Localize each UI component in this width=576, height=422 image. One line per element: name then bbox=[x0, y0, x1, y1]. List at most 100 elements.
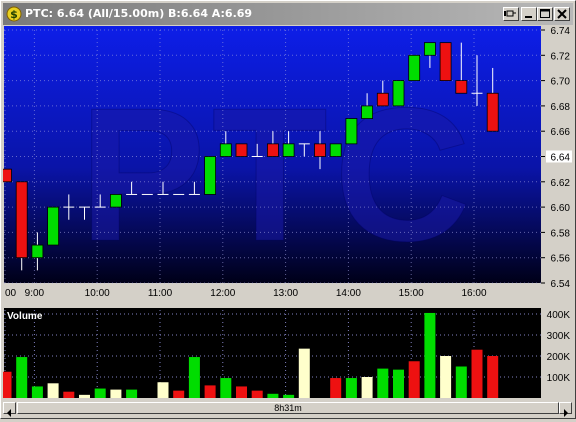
scroll-left-icon bbox=[7, 409, 11, 417]
minimize-button[interactable] bbox=[521, 7, 537, 21]
volume-bar bbox=[79, 394, 90, 398]
candle-body bbox=[204, 156, 217, 195]
chart-window: $ PTC: 6.64 (All/15.00m) B:6.64 A:6.69 P… bbox=[0, 0, 576, 419]
volume-bar bbox=[345, 378, 357, 398]
volume-bar bbox=[251, 390, 263, 398]
price-tick-label: 6.64 bbox=[551, 153, 571, 164]
title-bar[interactable]: $ PTC: 6.64 (All/15.00m) B:6.64 A:6.69 bbox=[3, 3, 573, 25]
candle bbox=[329, 143, 342, 157]
candle bbox=[47, 206, 59, 246]
volume-bar bbox=[16, 357, 28, 398]
volume-bar bbox=[330, 378, 342, 398]
time-span-label: 8h31m bbox=[274, 403, 302, 413]
volume-tick-label: 400K bbox=[547, 310, 571, 321]
time-tick-label: 16:00 bbox=[461, 288, 486, 299]
price-tick-label: 6.56 bbox=[551, 254, 571, 265]
candle-body bbox=[15, 181, 28, 259]
candle bbox=[15, 181, 28, 271]
price-panel: PTC 6.74 6.72 6.70 6.68 6.66 6.64 6.62 6.60 6.58… bbox=[3, 25, 573, 299]
volume-bar bbox=[487, 356, 499, 398]
volume-bar bbox=[408, 361, 420, 398]
chart-area[interactable]: PTC 6.74 6.72 6.70 6.68 6.66 6.64 6.62 6.60 6.58… bbox=[3, 25, 573, 401]
time-tick-label: 9:00 bbox=[25, 288, 45, 299]
volume-bar bbox=[267, 393, 279, 398]
candle-body bbox=[392, 80, 405, 107]
price-tick-label: 6.54 bbox=[551, 279, 571, 290]
candle-body bbox=[235, 143, 248, 157]
symbol-watermark: PTC bbox=[79, 69, 477, 281]
candle-body bbox=[219, 143, 232, 157]
candle-body bbox=[31, 244, 44, 259]
volume-tick-label: 300K bbox=[547, 331, 571, 342]
price-tick-label: 6.62 bbox=[551, 178, 571, 189]
volume-bar bbox=[63, 391, 75, 398]
time-tick-label: 11:00 bbox=[148, 288, 173, 299]
time-axis: 00 9:00 10:00 11:00 12:00 13:00 14:00 15:00 16:0… bbox=[5, 288, 487, 299]
volume-bar bbox=[377, 368, 389, 398]
price-tick-label: 6.58 bbox=[551, 228, 571, 239]
volume-tick-label: 200K bbox=[547, 352, 571, 363]
volume-bar bbox=[220, 378, 232, 398]
maximize-button[interactable] bbox=[537, 7, 553, 21]
candle-body bbox=[47, 206, 59, 246]
panel-separator[interactable] bbox=[3, 304, 573, 307]
volume-bar bbox=[94, 388, 106, 398]
volume-bar bbox=[424, 312, 436, 398]
time-tick-label: 13:00 bbox=[273, 288, 298, 299]
volume-bar bbox=[47, 383, 59, 398]
candle bbox=[408, 54, 421, 81]
time-tick-label: 00 bbox=[5, 288, 17, 299]
svg-text:$: $ bbox=[10, 8, 18, 21]
volume-bar bbox=[3, 371, 12, 398]
scrollbar-thumb[interactable]: 8h31m bbox=[17, 402, 559, 414]
scroll-right-icon bbox=[564, 409, 568, 417]
volume-bar bbox=[236, 386, 247, 398]
volume-bar bbox=[126, 389, 138, 398]
volume-bar bbox=[188, 357, 200, 398]
volume-bar bbox=[157, 382, 169, 398]
volume-bar bbox=[440, 356, 452, 398]
candle-body bbox=[408, 54, 421, 81]
candle-body bbox=[423, 42, 436, 56]
candle-body bbox=[329, 143, 342, 157]
candle bbox=[204, 156, 217, 195]
pin-button[interactable] bbox=[503, 7, 519, 21]
volume-title: Volume bbox=[7, 311, 43, 322]
candle-body bbox=[314, 143, 326, 157]
pin-icon bbox=[504, 10, 516, 17]
candle bbox=[439, 42, 452, 82]
candle-body bbox=[455, 80, 468, 94]
volume-bar bbox=[110, 389, 122, 398]
time-scrollbar[interactable]: 8h31m bbox=[3, 401, 573, 417]
volume-bar bbox=[204, 385, 216, 398]
price-tick-label: 6.74 bbox=[551, 26, 571, 37]
candle-body bbox=[439, 42, 452, 82]
candle-body bbox=[3, 168, 12, 183]
candle-body bbox=[376, 92, 389, 107]
volume-panel: Volume 400K 300K 200K 100K bbox=[3, 307, 573, 401]
candle-body bbox=[282, 143, 295, 157]
candle bbox=[235, 143, 248, 157]
scroll-left-button[interactable] bbox=[3, 402, 16, 417]
candle bbox=[3, 168, 12, 183]
scrollbar-track[interactable]: 8h31m bbox=[17, 402, 559, 414]
dollar-coin-icon: $ bbox=[6, 6, 22, 22]
candle bbox=[392, 80, 405, 107]
volume-bar bbox=[298, 348, 310, 398]
maximize-icon bbox=[540, 9, 550, 18]
time-tick-label: 14:00 bbox=[336, 288, 361, 299]
candle-body bbox=[110, 194, 122, 208]
close-button[interactable] bbox=[554, 7, 570, 21]
price-tick-label: 6.70 bbox=[551, 77, 571, 88]
candle-body bbox=[345, 118, 358, 145]
candle bbox=[110, 194, 122, 208]
candle-body bbox=[486, 92, 499, 132]
time-tick-label: 12:00 bbox=[210, 288, 235, 299]
price-tick-label: 6.66 bbox=[551, 127, 571, 138]
candle-body bbox=[361, 105, 374, 119]
scroll-right-button[interactable] bbox=[559, 402, 572, 417]
time-tick-label: 15:00 bbox=[399, 288, 424, 299]
minimize-icon bbox=[525, 16, 532, 18]
candle bbox=[345, 118, 358, 145]
volume-bar bbox=[31, 386, 43, 398]
